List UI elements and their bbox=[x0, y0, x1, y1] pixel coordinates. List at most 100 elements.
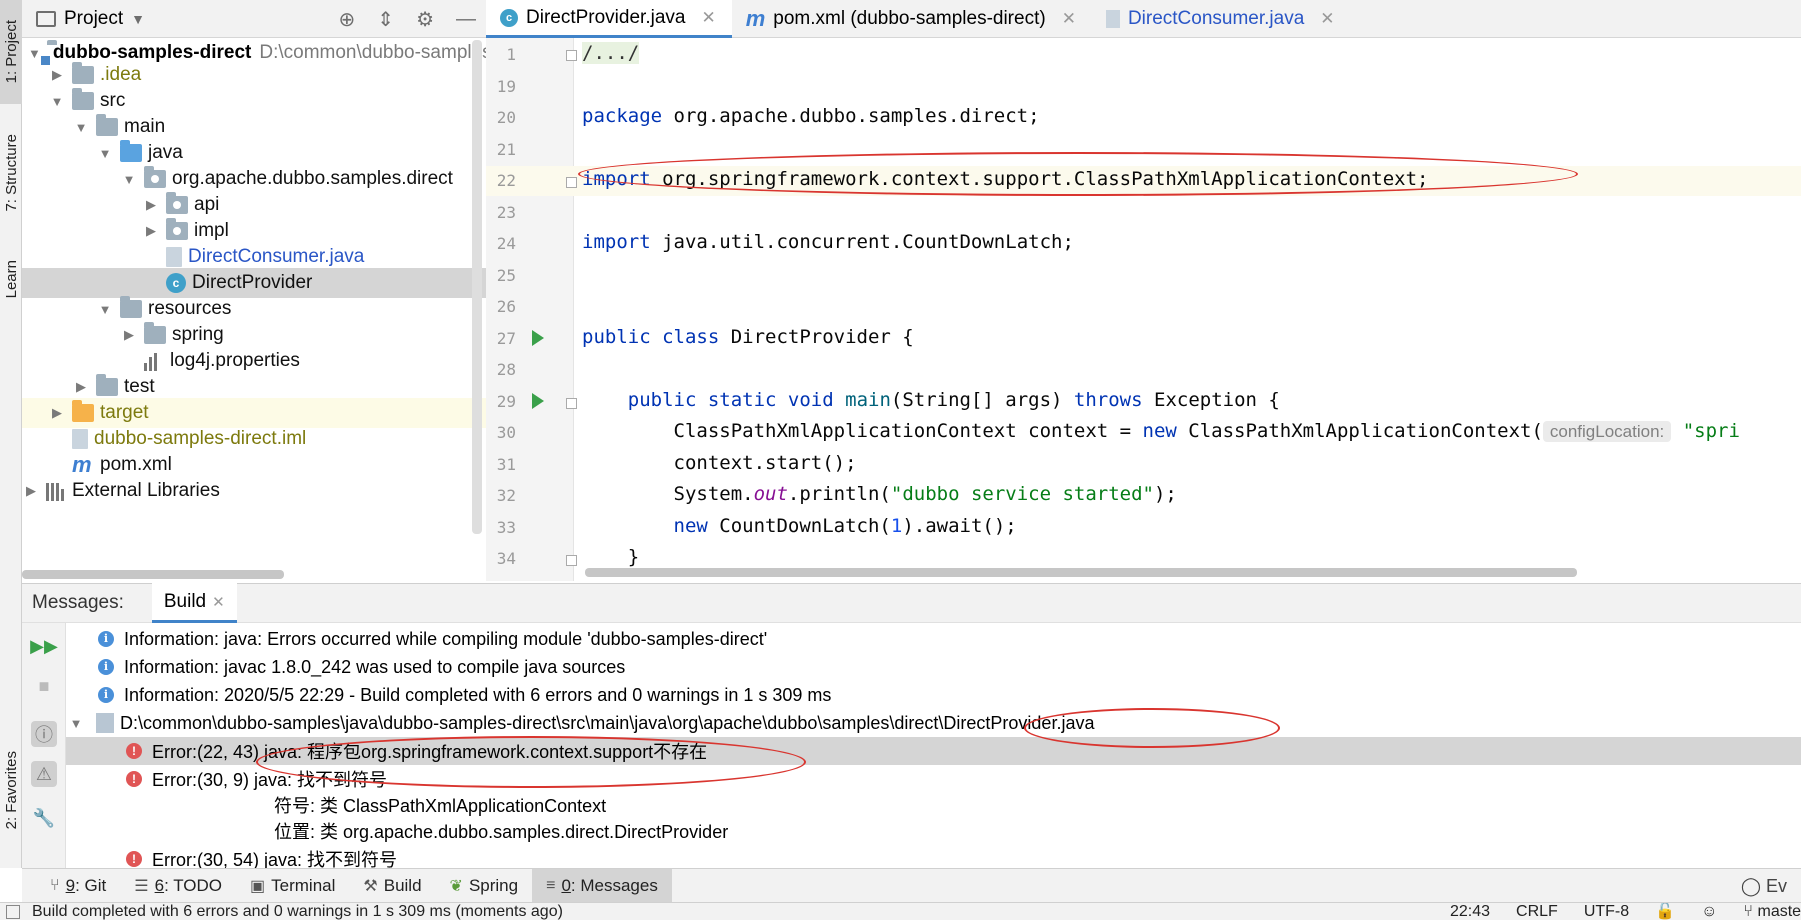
fold-icon[interactable] bbox=[566, 177, 577, 188]
project-folder-icon bbox=[36, 10, 56, 27]
chevron-right-icon[interactable]: ▶ bbox=[48, 405, 66, 421]
code-token: Exception { bbox=[1142, 389, 1280, 411]
run-icon[interactable] bbox=[532, 330, 544, 346]
folder-icon bbox=[72, 88, 94, 110]
chevron-down-icon: ▼ bbox=[131, 10, 145, 27]
inspector-icon[interactable]: ☺ bbox=[1701, 903, 1717, 920]
tab-directconsumer[interactable]: DirectConsumer.java ✕ bbox=[1092, 0, 1351, 38]
messages-tool-button[interactable]: ≡ 0: Messages bbox=[532, 868, 672, 903]
status-bar: Build completed with 6 errors and 0 warn… bbox=[0, 902, 1801, 920]
folded-region[interactable]: /.../ bbox=[582, 42, 640, 64]
bottom-tool-bar: ⑂ 9: Git ☰ 6: TODO ▣ Terminal ⚒ Build ❦ … bbox=[22, 868, 1801, 903]
java-class-icon: c bbox=[500, 8, 518, 27]
ide-window: 1: Project 7: Structure Learn 2: Favorit… bbox=[0, 0, 1801, 920]
chevron-down-icon[interactable]: ▼ bbox=[96, 146, 114, 161]
excluded-folder-icon bbox=[72, 400, 94, 422]
git-branch[interactable]: ⑂ master bbox=[1743, 903, 1801, 920]
message-text: 位置: 类 org.apache.dubbo.samples.direct.Di… bbox=[274, 822, 729, 842]
fold-icon[interactable] bbox=[566, 555, 577, 566]
message-row[interactable]: ! Error:(22, 43) java: 程序包org.springfram… bbox=[66, 737, 1801, 765]
tree-item-external-libraries[interactable]: ▶ External Libraries bbox=[22, 476, 486, 506]
folder-icon bbox=[144, 322, 166, 344]
close-icon[interactable]: ✕ bbox=[701, 8, 715, 28]
close-icon[interactable]: ✕ bbox=[1062, 9, 1076, 29]
line-separator[interactable]: CRLF bbox=[1516, 903, 1558, 920]
tree-item-label: java bbox=[148, 142, 183, 163]
file-encoding[interactable]: UTF-8 bbox=[1584, 903, 1629, 920]
chevron-down-icon[interactable]: ▼ bbox=[48, 94, 66, 109]
project-tool-tab[interactable]: 1: Project bbox=[0, 0, 22, 104]
run-icon[interactable] bbox=[532, 393, 544, 409]
message-row[interactable]: i Information: java: Errors occurred whi… bbox=[66, 625, 1801, 653]
chevron-down-icon[interactable]: ▼ bbox=[72, 120, 90, 135]
stop-icon[interactable]: ■ bbox=[31, 673, 57, 699]
tree-item-label: main bbox=[124, 116, 166, 137]
line-number: 30 bbox=[496, 423, 516, 442]
fold-icon[interactable] bbox=[566, 398, 577, 409]
todo-tool-button[interactable]: ☰ 6: TODO bbox=[120, 869, 236, 903]
fold-icon[interactable] bbox=[566, 50, 577, 61]
package-icon bbox=[144, 166, 166, 188]
status-message[interactable]: Build completed with 6 errors and 0 warn… bbox=[32, 903, 563, 920]
messages-toolbar: ▶▶ ■ ⓘ ⚠ 🔧 bbox=[22, 623, 66, 868]
chevron-right-icon[interactable]: ▶ bbox=[142, 223, 160, 239]
warning-filter-icon[interactable]: ⚠ bbox=[31, 761, 57, 787]
chevron-right-icon[interactable]: ▶ bbox=[48, 67, 66, 83]
code-token: .println( bbox=[787, 483, 891, 505]
message-detail-row[interactable]: 位置: 类 org.apache.dubbo.samples.direct.Di… bbox=[66, 817, 1801, 845]
project-tree-hscrollbar[interactable] bbox=[22, 570, 284, 579]
learn-tool-tab[interactable]: Learn bbox=[0, 248, 22, 310]
gear-icon[interactable]: ⚙ bbox=[416, 7, 434, 32]
chevron-right-icon[interactable]: ▶ bbox=[120, 327, 138, 343]
minimize-icon[interactable]: — bbox=[456, 8, 476, 31]
editor-hscrollbar[interactable] bbox=[585, 568, 1577, 577]
event-log-button[interactable]: ◯ Ev bbox=[1741, 876, 1787, 897]
tab-directprovider[interactable]: c DirectProvider.java ✕ bbox=[486, 0, 732, 38]
line-number: 22 bbox=[496, 171, 516, 190]
collapse-all-icon[interactable]: ⇕ bbox=[377, 7, 394, 32]
close-icon[interactable]: ✕ bbox=[212, 593, 225, 611]
code-token: "dubbo service started" bbox=[890, 483, 1154, 505]
chevron-right-icon[interactable]: ▶ bbox=[22, 483, 40, 499]
tool-label: Terminal bbox=[271, 875, 336, 895]
iml-file-icon bbox=[72, 429, 88, 449]
project-tree: ▼ dubbo-samples-direct D:\common\dubbo-s… bbox=[22, 38, 486, 581]
info-filter-icon[interactable]: ⓘ bbox=[31, 721, 57, 747]
spring-tool-button[interactable]: ❦ Spring bbox=[436, 869, 533, 903]
lock-icon[interactable]: 🔓 bbox=[1655, 903, 1675, 920]
message-row[interactable]: i Information: 2020/5/5 22:29 - Build co… bbox=[66, 681, 1801, 709]
chevron-down-icon[interactable]: ▼ bbox=[28, 46, 41, 61]
code-line-29: public static void main(String[] args) t… bbox=[582, 389, 1280, 411]
rerun-icon[interactable]: ▶▶ bbox=[30, 633, 58, 659]
close-icon[interactable]: ✕ bbox=[1320, 9, 1334, 29]
crosshair-icon[interactable]: ⊕ bbox=[339, 7, 356, 32]
favorites-tool-tab[interactable]: 2: Favorites bbox=[0, 730, 22, 850]
chevron-down-icon[interactable]: ▼ bbox=[66, 716, 86, 731]
toggle-tool-windows-icon[interactable] bbox=[6, 905, 20, 919]
message-row[interactable]: ! Error:(30, 9) java: 找不到符号 bbox=[66, 765, 1801, 793]
message-row[interactable]: i Information: javac 1.8.0_242 was used … bbox=[66, 653, 1801, 681]
package-icon bbox=[166, 192, 188, 214]
message-detail-row[interactable]: 符号: 类 ClassPathXmlApplicationContext bbox=[66, 791, 1801, 819]
message-row[interactable]: ! Error:(30, 54) java: 找不到符号 bbox=[66, 845, 1801, 868]
tab-build[interactable]: Build ✕ bbox=[151, 583, 237, 623]
code-line-32: System.out.println("dubbo service starte… bbox=[582, 483, 1177, 505]
caret-position[interactable]: 22:43 bbox=[1450, 903, 1490, 920]
wrench-icon[interactable]: 🔧 bbox=[31, 805, 57, 831]
tab-pom[interactable]: m pom.xml (dubbo-samples-direct) ✕ bbox=[732, 0, 1092, 38]
build-tool-button[interactable]: ⚒ Build bbox=[349, 869, 435, 903]
project-tree-vscrollbar[interactable] bbox=[472, 40, 482, 534]
code-token: DirectProvider { bbox=[719, 326, 914, 348]
chevron-right-icon[interactable]: ▶ bbox=[142, 197, 160, 213]
git-tool-button[interactable]: ⑂ 9: Git bbox=[36, 869, 120, 903]
chevron-right-icon[interactable]: ▶ bbox=[72, 379, 90, 395]
project-view-selector[interactable]: Project ▼ bbox=[36, 8, 145, 30]
message-file-row[interactable]: ▼ D:\common\dubbo-samples\java\dubbo-sam… bbox=[66, 709, 1801, 737]
terminal-tool-button[interactable]: ▣ Terminal bbox=[236, 869, 349, 903]
code-line-30: ClassPathXmlApplicationContext context =… bbox=[582, 420, 1740, 442]
chevron-down-icon[interactable]: ▼ bbox=[96, 302, 114, 317]
structure-tool-tab[interactable]: 7: Structure bbox=[0, 118, 22, 228]
chevron-down-icon[interactable]: ▼ bbox=[120, 172, 138, 187]
line-number: 21 bbox=[496, 140, 516, 159]
line-number: 25 bbox=[496, 266, 516, 285]
